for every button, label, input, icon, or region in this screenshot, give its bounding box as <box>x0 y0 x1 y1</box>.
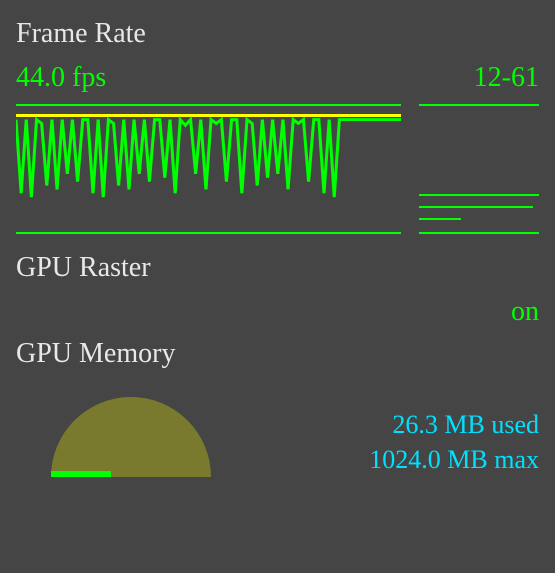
gpu-raster-section: GPU Raster on <box>16 252 539 328</box>
gpu-raster-value: on <box>16 296 539 328</box>
frame-rate-section: Frame Rate 44.0 fps 12-61 <box>16 18 539 234</box>
memory-used: 26.3 MB used <box>369 407 539 442</box>
side-bar <box>419 206 533 208</box>
gpu-memory-title: GPU Memory <box>16 338 539 370</box>
memory-max: 1024.0 MB max <box>369 442 539 477</box>
graph-row <box>16 104 539 234</box>
fps-row: 44.0 fps 12-61 <box>16 62 539 94</box>
fps-line-icon <box>16 106 401 232</box>
gpu-raster-title: GPU Raster <box>16 252 539 284</box>
fps-value: 44.0 fps <box>16 62 106 94</box>
gpu-memory-row: 26.3 MB used 1024.0 MB max <box>16 382 539 477</box>
fps-range: 12-61 <box>474 62 539 94</box>
memory-text: 26.3 MB used 1024.0 MB max <box>369 407 539 477</box>
side-graph <box>419 104 539 234</box>
side-bar <box>419 194 539 196</box>
frame-rate-title: Frame Rate <box>16 18 539 50</box>
memory-gauge <box>36 382 226 477</box>
side-bar <box>419 218 461 220</box>
gpu-memory-section: GPU Memory 26.3 MB used 1024.0 MB max <box>16 338 539 477</box>
fps-graph <box>16 104 401 234</box>
gauge-icon <box>36 382 226 477</box>
